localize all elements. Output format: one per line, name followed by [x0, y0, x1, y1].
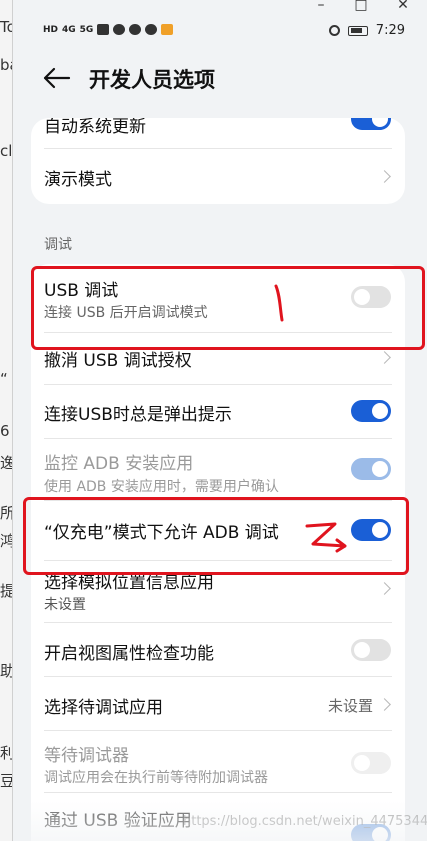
usb-prompt-row[interactable]: 连接USB时总是弹出提示 [31, 384, 405, 438]
annotation-box-usb-debugging [31, 266, 425, 350]
annotation-stroke [274, 284, 284, 322]
chevron-right-icon [378, 698, 391, 711]
chevron-right-icon [378, 351, 391, 364]
demo-mode-row[interactable]: 演示模式 [31, 148, 405, 204]
chevron-right-icon [378, 170, 391, 183]
play-icon [161, 24, 174, 35]
background-text: 鸿 [0, 532, 12, 550]
row-subtitle: 使用 ADB 安装应用时，需要用户确认 [44, 479, 279, 495]
emulator-window: – □ ✕ HD 4G 5G 7:29 开发人员选项 自动系统更新 演示模式 调… [12, 0, 427, 841]
row-title: 连接USB时总是弹出提示 [44, 405, 232, 425]
row-value: 未设置 [327, 697, 373, 715]
row-subtitle: 未设置 [44, 597, 86, 613]
background-text: 豆 [0, 772, 12, 790]
app-notification-icon [145, 24, 158, 35]
row-title: 演示模式 [44, 170, 112, 190]
back-arrow-icon[interactable] [43, 66, 71, 90]
row-title: 开启视图属性检查功能 [44, 644, 214, 664]
row-title: 选择待调试应用 [44, 698, 163, 718]
monitor-adb-install-row[interactable]: 监控 ADB 安装应用 使用 ADB 安装应用时，需要用户确认 [31, 438, 405, 500]
background-text: 助 [0, 662, 12, 680]
row-subtitle: 调试应用会在执行前等待附加调试器 [44, 770, 268, 786]
background-text: 提 [0, 582, 12, 600]
background-text: 6 [0, 422, 10, 440]
chevron-right-icon [378, 582, 391, 595]
background-text: 逸 [0, 454, 12, 472]
minimize-button[interactable]: – [309, 0, 333, 14]
background-text: ba [0, 56, 12, 74]
signal-5g-indicator: 5G [79, 24, 94, 35]
hd-indicator: HD [43, 24, 59, 35]
status-time: 7:29 [375, 23, 405, 38]
annotation-arrow [305, 522, 347, 553]
watermark: https://blog.csdn.net/weixin_44753443 [183, 814, 427, 829]
background-text: 利 [0, 744, 12, 762]
toggle-switch[interactable] [351, 400, 391, 422]
toggle-switch[interactable] [351, 752, 391, 774]
background-text: “ [0, 370, 8, 388]
notification-icon [113, 24, 126, 35]
wifi-icon [97, 24, 110, 35]
view-attribute-inspection-row[interactable]: 开启视图属性检查功能 [31, 622, 405, 676]
toggle-switch[interactable] [351, 458, 391, 480]
signal-4g-indicator: 4G [62, 24, 76, 35]
maximize-button[interactable]: □ [349, 0, 373, 14]
background-text: 所 [0, 504, 12, 522]
status-bar: HD 4G 5G 7:29 [13, 14, 427, 48]
close-button[interactable]: ✕ [391, 0, 415, 14]
debug-app-select-row[interactable]: 选择待调试应用 未设置 [31, 676, 405, 730]
row-title: 等待调试器 [44, 746, 129, 766]
wait-for-debugger-row[interactable]: 等待调试器 调试应用会在执行前等待附加调试器 [31, 730, 405, 792]
section-label: 调试 [44, 237, 72, 253]
auto-system-update-row[interactable]: 自动系统更新 [31, 118, 405, 148]
row-title: 通过 USB 验证应用 [44, 811, 192, 831]
toggle-switch[interactable] [351, 118, 391, 130]
background-text: To [0, 18, 12, 36]
toggle-switch[interactable] [351, 639, 391, 661]
system-settings-card: 自动系统更新 演示模式 [31, 118, 405, 204]
page-title: 开发人员选项 [89, 68, 215, 92]
page-header: 开发人员选项 [13, 48, 427, 108]
battery-icon [347, 25, 368, 36]
desktop-background-strip: To ba cl “ 6 逸 所 鸿 提 助 利 豆 [0, 0, 12, 841]
alarm-icon [328, 25, 340, 36]
message-icon [129, 24, 142, 35]
row-title: 自动系统更新 [44, 118, 146, 137]
background-text: cl [0, 142, 12, 160]
row-title: 监控 ADB 安装应用 [44, 454, 194, 474]
window-titlebar: – □ ✕ [13, 0, 427, 14]
